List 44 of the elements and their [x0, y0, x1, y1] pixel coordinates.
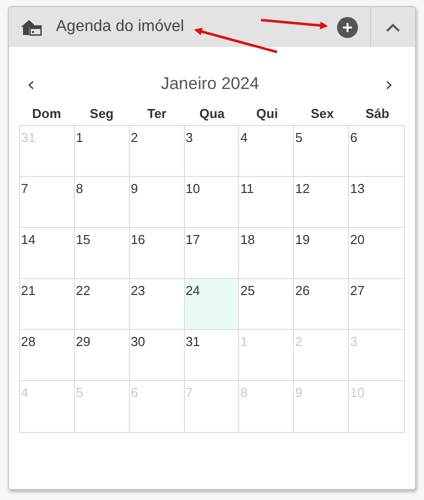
- weekday-header: Qui: [255, 105, 279, 123]
- day-cell[interactable]: 10: [184, 177, 240, 228]
- day-cell[interactable]: 22: [74, 279, 130, 330]
- day-cell[interactable]: 13: [349, 177, 404, 228]
- weekday-header: Sex: [310, 105, 335, 123]
- day-cell[interactable]: 25: [239, 279, 294, 330]
- weekday-header: Dom: [31, 105, 62, 123]
- day-cell[interactable]: 3: [184, 126, 240, 177]
- next-month-button[interactable]: ›: [381, 74, 397, 94]
- weekday-header: Ter: [146, 105, 168, 123]
- day-cell[interactable]: 5: [294, 126, 350, 177]
- day-cell[interactable]: 12: [294, 177, 350, 228]
- day-cell[interactable]: 27: [349, 279, 404, 330]
- day-cell[interactable]: 1: [74, 126, 130, 177]
- day-cell[interactable]: 30: [130, 330, 185, 381]
- day-cell[interactable]: 19: [294, 228, 350, 279]
- day-cell[interactable]: 21: [20, 279, 75, 330]
- day-cell[interactable]: 2: [130, 126, 185, 177]
- weekday-header: Seg: [88, 105, 115, 123]
- day-cell[interactable]: 16: [130, 228, 185, 279]
- month-title: Janeiro 2024: [160, 74, 260, 94]
- day-cell[interactable]: 24: [184, 279, 240, 330]
- day-cell[interactable]: 18: [239, 228, 294, 279]
- plus-icon: [342, 22, 353, 32]
- chevron-up-icon: [386, 22, 400, 32]
- day-cell[interactable]: 4: [239, 126, 294, 177]
- day-cell[interactable]: 6: [349, 126, 404, 177]
- day-cell[interactable]: 29: [74, 330, 130, 381]
- weekday-header: Sáb: [364, 105, 390, 123]
- day-cell[interactable]: 31: [184, 330, 240, 381]
- house-calendar-icon: [20, 18, 42, 36]
- add-button[interactable]: [337, 16, 358, 38]
- previous-month-button[interactable]: ‹: [23, 74, 39, 94]
- day-cell[interactable]: 26: [294, 279, 350, 330]
- day-cell[interactable]: 15: [74, 228, 130, 279]
- day-cell[interactable]: 9: [130, 177, 185, 228]
- day-cell[interactable]: 8: [74, 177, 130, 228]
- day-cell[interactable]: 28: [20, 330, 75, 381]
- panel-title: Agenda do imóvel: [56, 18, 184, 36]
- day-cell[interactable]: 7: [20, 177, 75, 228]
- day-cell[interactable]: 11: [239, 177, 294, 228]
- day-cell[interactable]: 20: [349, 228, 404, 279]
- weekday-header: Qua: [198, 105, 226, 123]
- day-cell[interactable]: 14: [20, 228, 75, 279]
